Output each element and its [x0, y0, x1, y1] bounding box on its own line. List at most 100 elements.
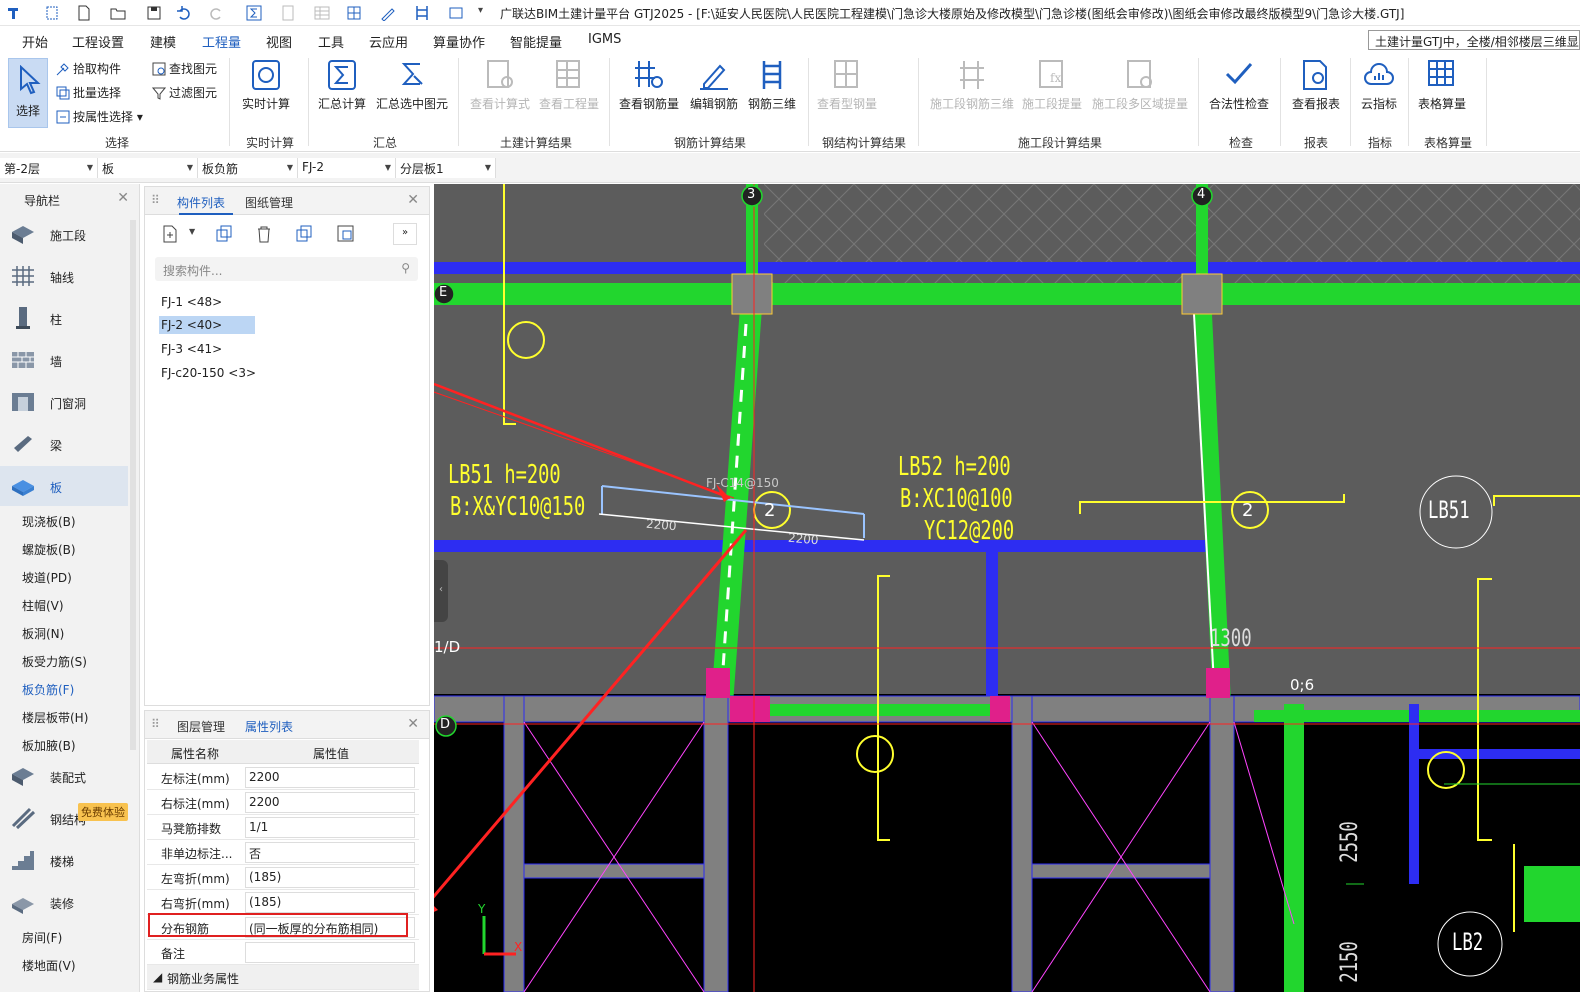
nav-item-prefab[interactable]: 装配式: [0, 756, 128, 796]
redo-icon[interactable]: [208, 5, 224, 21]
prop-value[interactable]: 2200: [245, 767, 415, 788]
new-file-icon[interactable]: [76, 5, 92, 21]
save-icon[interactable]: [146, 5, 162, 21]
new-component-icon[interactable]: [161, 225, 179, 243]
tab-layer-manage[interactable]: 图层管理: [177, 718, 225, 735]
menu-tools[interactable]: 工具: [318, 32, 344, 51]
prop-value[interactable]: 1/1: [245, 817, 415, 838]
nav-sub-slab-neg-rebar[interactable]: 板负筋(F): [22, 681, 74, 698]
component-item-selected[interactable]: FJ-2 <40>: [159, 316, 255, 334]
select-button[interactable]: 选择: [8, 58, 48, 128]
menu-cloud[interactable]: 云应用: [369, 32, 408, 51]
nav-sub-slab-band[interactable]: 楼层板带(H): [22, 709, 88, 726]
copy-icon[interactable]: [215, 225, 233, 243]
close-icon[interactable]: ✕: [407, 192, 419, 208]
grid-icon[interactable]: [346, 5, 362, 21]
nav-sub-floor[interactable]: 楼地面(V): [22, 957, 76, 974]
tab-drawing-manage[interactable]: 图纸管理: [245, 194, 293, 211]
trial-badge[interactable]: 免费体验: [78, 803, 128, 821]
legal-check-button[interactable]: 合法性检查: [1206, 58, 1272, 112]
new-icon[interactable]: [44, 5, 60, 21]
prop-value[interactable]: (185): [245, 867, 415, 888]
stage-multi-button[interactable]: 施工段多区域提量: [1090, 58, 1190, 112]
rebar-icon[interactable]: [414, 5, 430, 21]
layer-select[interactable]: 分层板1 ▼: [396, 158, 496, 178]
tab-component-list[interactable]: 构件列表: [177, 194, 225, 211]
delete-icon[interactable]: [255, 225, 273, 243]
find-element-button[interactable]: 查找图元: [152, 60, 217, 77]
tab-property-list[interactable]: 属性列表: [245, 718, 293, 735]
nav-sub-slab-haunch[interactable]: 板加腋(B): [22, 737, 76, 754]
category-select[interactable]: 板 ▼: [98, 158, 198, 178]
menu-project-settings[interactable]: 工程设置: [72, 32, 124, 51]
nav-sub-slab-rebar[interactable]: 板受力筋(S): [22, 653, 87, 670]
nav-item-door-window[interactable]: 门窗洞: [0, 382, 128, 422]
layer-copy-icon[interactable]: [337, 225, 355, 243]
pick-component-button[interactable]: 拾取构件: [56, 60, 121, 77]
nav-scrollbar[interactable]: [130, 220, 136, 750]
view-steel-button[interactable]: 查看型钢量: [816, 58, 878, 112]
rebar-3d-button[interactable]: 钢筋三维: [744, 58, 800, 112]
report-icon[interactable]: [280, 5, 296, 21]
property-group-row[interactable]: ◢ 钢筋业务属性: [147, 965, 419, 990]
sum-selected-button[interactable]: 汇总选中图元: [374, 58, 450, 112]
menu-smart[interactable]: 智能提量: [510, 32, 562, 51]
select-by-attr-button[interactable]: 按属性选择 ▾: [56, 108, 143, 125]
qat-more-icon[interactable]: ▾: [478, 5, 494, 21]
drawing-canvas[interactable]: ‹ 3 4 E 1/D D LB51 h=200 B:X&YC10@150 LB…: [434, 184, 1580, 992]
table-icon[interactable]: [314, 5, 330, 21]
nav-item-stage[interactable]: 施工段: [0, 214, 128, 254]
undo-icon[interactable]: [176, 5, 192, 21]
menu-igms[interactable]: IGMS: [588, 32, 621, 47]
prop-value[interactable]: 2200: [245, 792, 415, 813]
type-select[interactable]: 板负筋 ▼: [198, 158, 298, 178]
sum-calc-button[interactable]: 汇总计算: [316, 58, 368, 112]
nav-item-decoration[interactable]: 装修: [0, 882, 128, 922]
nav-item-axis[interactable]: 轴线: [0, 256, 128, 296]
nav-sub-cast-slab[interactable]: 现浇板(B): [22, 513, 76, 530]
nav-item-column[interactable]: 柱: [0, 298, 128, 338]
nav-item-wall[interactable]: 墙: [0, 340, 128, 380]
prop-value[interactable]: [245, 942, 415, 963]
component-select[interactable]: FJ-2 ▼: [298, 158, 396, 178]
nav-sub-column-cap[interactable]: 柱帽(V): [22, 597, 64, 614]
stage-rebar-3d-button[interactable]: 施工段钢筋三维: [928, 58, 1016, 112]
view-formula-button[interactable]: 查看计算式: [466, 58, 534, 112]
nav-sub-spiral-slab[interactable]: 螺旋板(B): [22, 541, 76, 558]
table-calc-button[interactable]: 表格算量: [1414, 58, 1470, 112]
nav-item-stairs[interactable]: 楼梯: [0, 840, 128, 880]
duplicate-icon[interactable]: [295, 225, 313, 243]
view-rebar-button[interactable]: 查看钢筋量: [616, 58, 682, 112]
drag-handle-icon[interactable]: ⠿: [151, 193, 160, 207]
nav-sub-ramp[interactable]: 坡道(PD): [22, 569, 72, 586]
tip-banner[interactable]: 土建计量GTJ中，全楼/相邻楼层三维显: [1368, 30, 1580, 50]
component-search-input[interactable]: 搜索构件... ⚲: [155, 257, 418, 281]
chevron-down-icon[interactable]: ▼: [189, 227, 195, 236]
menu-start[interactable]: 开始: [22, 32, 48, 51]
drag-handle-icon[interactable]: ⠿: [151, 717, 160, 731]
view-report-button[interactable]: 查看报表: [1288, 58, 1344, 112]
prop-value[interactable]: (185): [245, 892, 415, 913]
close-icon[interactable]: ✕: [407, 716, 419, 732]
menu-collab[interactable]: 算量协作: [433, 32, 485, 51]
cloud-index-button[interactable]: 云指标: [1356, 58, 1402, 112]
menu-view[interactable]: 视图: [266, 32, 292, 51]
collapse-panel-handle[interactable]: ‹: [434, 560, 448, 622]
component-item[interactable]: FJ-1 <48>: [159, 293, 224, 311]
realtime-calc-button[interactable]: 实时计算: [238, 58, 294, 112]
nav-sub-room[interactable]: 房间(F): [22, 929, 62, 946]
draw-icon[interactable]: [380, 5, 396, 21]
sum-icon[interactable]: [246, 5, 262, 21]
nav-item-slab[interactable]: 板: [0, 466, 128, 506]
component-item[interactable]: FJ-3 <41>: [159, 340, 224, 358]
nav-item-beam[interactable]: 梁: [0, 424, 128, 464]
more-icon[interactable]: »: [393, 223, 417, 245]
nav-sub-slab-hole[interactable]: 板洞(N): [22, 625, 64, 642]
batch-select-button[interactable]: 批量选择: [56, 84, 121, 101]
floor-select[interactable]: 第-2层 ▼: [0, 158, 98, 178]
menu-modeling[interactable]: 建模: [150, 32, 176, 51]
open-icon[interactable]: [110, 5, 126, 21]
component-item[interactable]: FJ-c20-150 <3>: [159, 364, 258, 382]
view-quantity-button[interactable]: 查看工程量: [536, 58, 602, 112]
sync-icon[interactable]: [448, 5, 464, 21]
